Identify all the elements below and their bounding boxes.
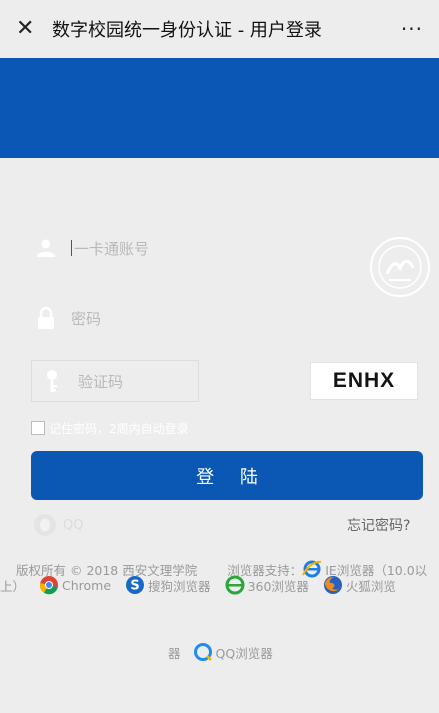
password-field[interactable]: 密码 — [31, 296, 411, 340]
user-icon — [31, 239, 61, 257]
university-seal-icon — [370, 237, 430, 297]
chrome-icon — [39, 576, 59, 595]
title-bar: ✕ 数字校园统一身份认证 - 用户登录 ··· — [0, 0, 439, 58]
browser-sogou: S 搜狗浏览器 — [125, 575, 211, 595]
firefox-icon — [323, 576, 342, 594]
more-menu-button[interactable]: ··· — [401, 17, 423, 41]
qq-login[interactable]: QQ — [33, 512, 83, 538]
sogou-icon: S — [126, 576, 145, 594]
ie-version-cont: 上） — [0, 578, 26, 594]
footer-line-3: 器 QQ浏览器 — [168, 642, 287, 662]
qq-browser-icon — [193, 643, 212, 661]
header-banner — [0, 58, 439, 158]
firefox-cont: 器 — [168, 645, 181, 661]
lock-icon — [31, 307, 61, 329]
qq-label: QQ — [63, 517, 84, 533]
svg-text:S: S — [130, 579, 139, 594]
close-icon[interactable]: ✕ — [16, 0, 46, 58]
remember-checkbox[interactable] — [31, 421, 45, 435]
account-field[interactable]: 一卡通账号 — [31, 226, 411, 270]
browser-360-icon — [225, 575, 245, 595]
qq-icon — [34, 514, 56, 536]
login-button[interactable]: 登 陆 — [31, 451, 423, 500]
browser-firefox: 火狐浏览 — [323, 575, 396, 595]
page-title: 数字校园统一身份认证 - 用户登录 — [52, 20, 322, 41]
key-icon — [32, 369, 72, 393]
browser-360: 360浏览器 — [225, 575, 309, 595]
remember-me[interactable]: 记住密码，2周内自动登录 — [31, 418, 189, 438]
captcha-input[interactable]: 验证码 — [78, 371, 123, 392]
footer-line-2: 上） Chrome S 搜狗浏览器 360浏览器 火狐浏览 — [0, 572, 410, 598]
browser-qq: QQ浏览器 — [193, 642, 273, 662]
remember-label: 记住密码，2周内自动登录 — [49, 421, 189, 436]
captcha-image[interactable]: ENHX — [310, 362, 418, 400]
captcha-field[interactable]: 验证码 — [31, 360, 199, 402]
password-input[interactable]: 密码 — [71, 308, 101, 329]
forgot-password-link[interactable]: 忘记密码? — [347, 515, 410, 535]
account-input[interactable]: 一卡通账号 — [71, 238, 149, 259]
browser-chrome: Chrome — [39, 575, 111, 595]
